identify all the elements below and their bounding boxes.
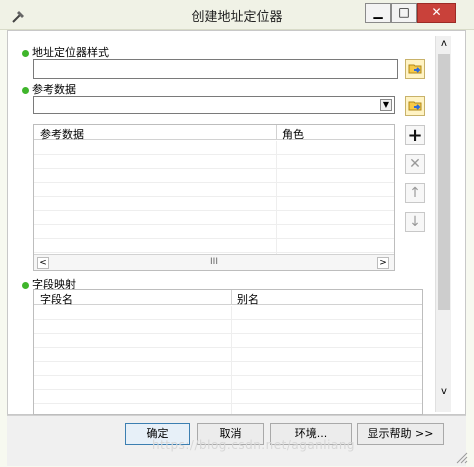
table-row [34, 183, 394, 197]
close-button[interactable]: ✕ [417, 3, 456, 23]
minimize-icon: ▁ [373, 5, 383, 19]
scroll-down-icon[interactable]: v [438, 386, 450, 398]
field-mapping-body [34, 306, 422, 414]
vertical-scroll-thumb[interactable] [438, 54, 450, 310]
up-arrow-icon: ↑ [409, 185, 421, 201]
maximize-icon: □ [398, 5, 410, 19]
alias-col-header: 别名 [237, 293, 259, 306]
table-row [34, 239, 394, 253]
table-row [34, 225, 394, 239]
required-dot-icon [22, 86, 29, 94]
table-row [34, 155, 394, 169]
down-arrow-icon: ↓ [409, 214, 421, 230]
resize-grip-icon[interactable] [456, 452, 468, 464]
locator-style-label: 地址定位器样式 [22, 44, 109, 60]
close-icon: ✕ [431, 5, 442, 19]
table-row [34, 141, 394, 155]
required-dot-icon [22, 49, 29, 57]
show-help-button[interactable]: 显示帮助 >> [357, 423, 444, 445]
add-row-button[interactable]: + [405, 124, 425, 146]
reference-table-body [34, 141, 394, 254]
vertical-scrollbar[interactable]: ʌ v [435, 36, 451, 412]
scroll-up-icon[interactable]: ʌ [438, 38, 450, 50]
table-row [34, 376, 422, 390]
field-mapping-header: 字段名 别名 [34, 290, 422, 306]
scroll-left-icon[interactable]: < [37, 257, 49, 269]
field-name-col-header: 字段名 [40, 293, 73, 306]
open-locator-style-button[interactable] [405, 59, 425, 79]
minimize-button[interactable]: ▁ [365, 3, 391, 23]
column-divider [231, 290, 232, 305]
column-divider [276, 125, 277, 140]
reference-horizontal-scrollbar[interactable]: < III > [34, 254, 394, 270]
field-mapping-table: 字段名 别名 [33, 289, 423, 415]
remove-row-button[interactable]: ✕ [405, 154, 425, 174]
locator-style-input[interactable] [33, 59, 398, 79]
role-col-header: 角色 [282, 128, 304, 141]
watermark: https://blog.csdn.net/aganliang [152, 438, 356, 452]
maximize-button[interactable]: □ [391, 3, 417, 23]
required-dot-icon [22, 281, 29, 289]
open-folder-icon [407, 97, 423, 116]
reference-table: 参考数据 角色 < III > [33, 124, 395, 271]
reference-col-header: 参考数据 [40, 128, 84, 141]
table-row [34, 211, 394, 225]
reference-data-label: 参考数据 [22, 81, 76, 97]
table-row [34, 390, 422, 404]
move-up-button[interactable]: ↑ [405, 183, 425, 203]
dropdown-arrow-icon[interactable]: ▼ [380, 99, 392, 111]
table-row [34, 306, 422, 320]
table-row [34, 334, 422, 348]
move-down-button[interactable]: ↓ [405, 212, 425, 232]
reference-data-select[interactable]: ▼ [33, 96, 395, 114]
reference-table-header: 参考数据 角色 [34, 125, 394, 141]
table-row [34, 348, 422, 362]
scroll-thumb-grip[interactable]: III [206, 257, 222, 269]
x-icon: ✕ [409, 156, 421, 172]
table-row [34, 197, 394, 211]
plus-icon: + [407, 124, 423, 146]
scroll-right-icon[interactable]: > [377, 257, 389, 269]
title-bar: 创建地址定位器 ▁ □ ✕ [0, 0, 474, 30]
table-row [34, 362, 422, 376]
open-reference-data-button[interactable] [405, 96, 425, 116]
table-row [34, 320, 422, 334]
table-row [34, 169, 394, 183]
open-folder-icon [407, 60, 423, 79]
